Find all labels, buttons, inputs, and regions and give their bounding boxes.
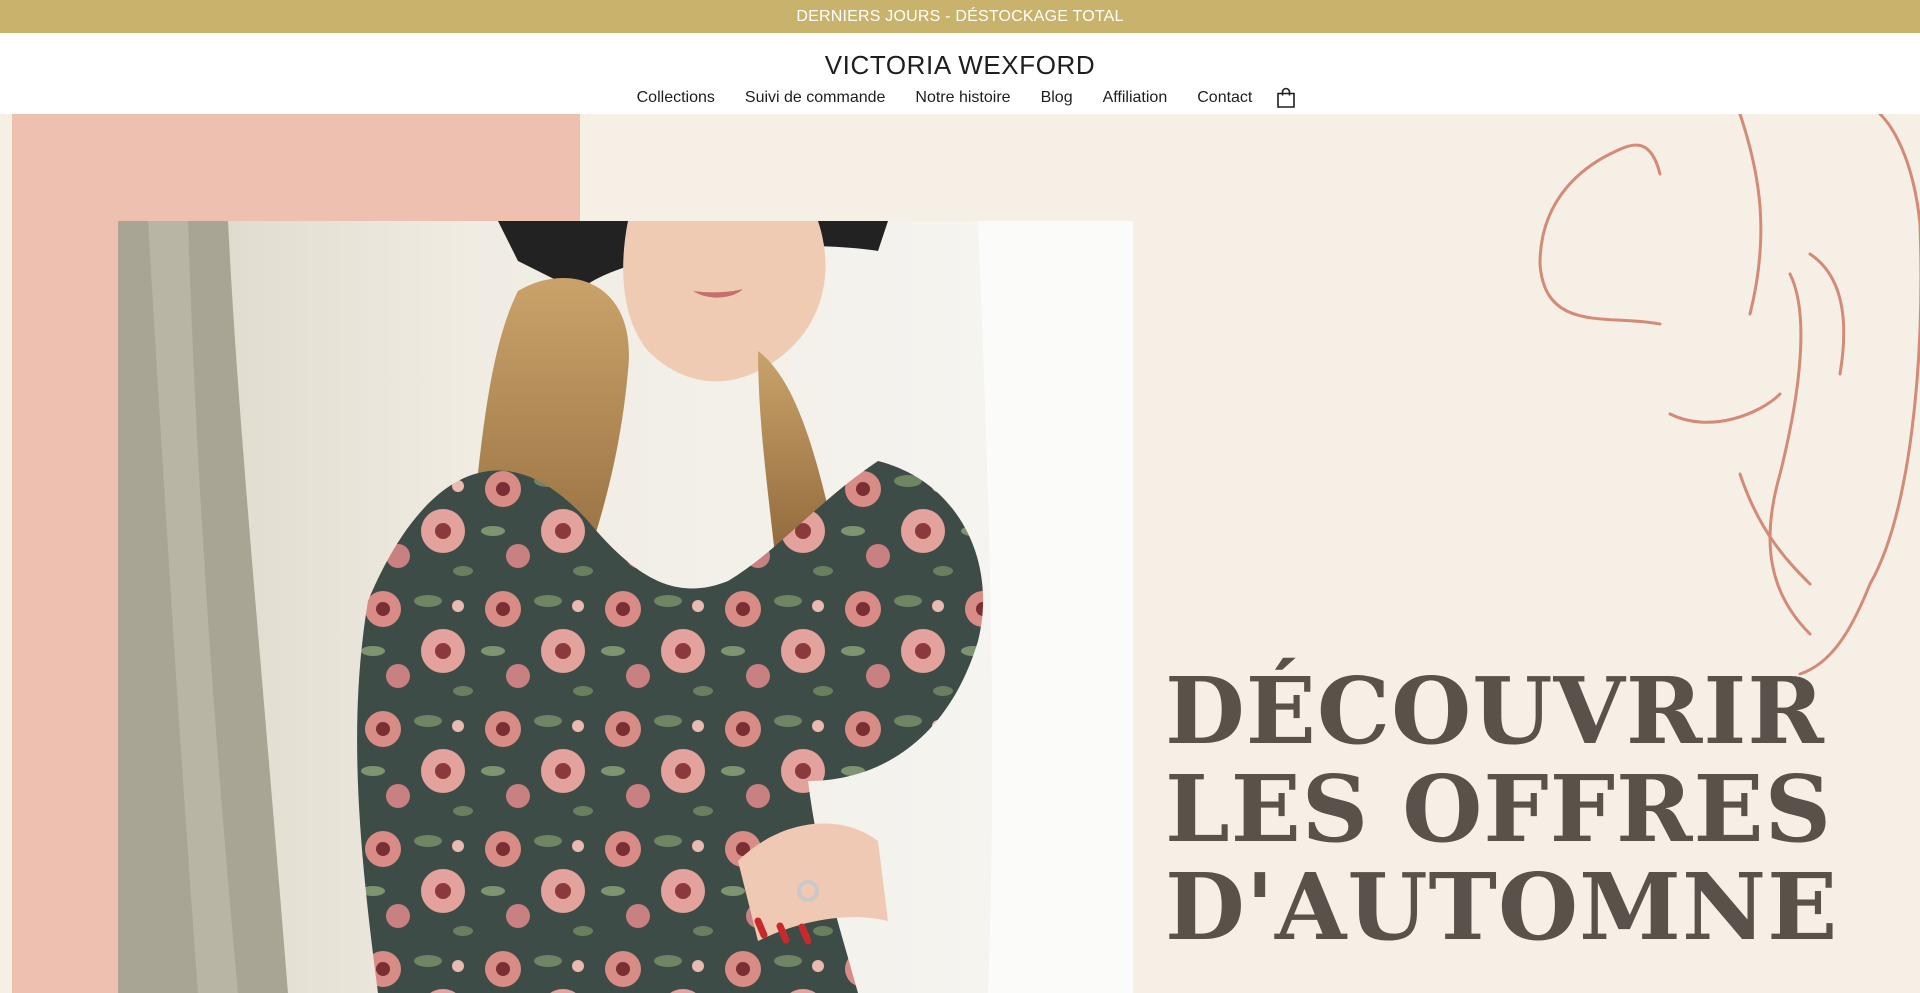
nav-item-blog[interactable]: Blog: [1041, 89, 1073, 107]
line-art-doodle: [1538, 114, 1920, 676]
site-header: VICTORIA WEXFORD Collections Suivi de co…: [0, 33, 1920, 114]
brand-logo[interactable]: VICTORIA WEXFORD: [0, 50, 1920, 81]
nav-item-order-tracking[interactable]: Suivi de commande: [745, 89, 886, 107]
left-edge-strip: [0, 114, 12, 993]
hero-photo: [118, 221, 1133, 993]
nav-item-collections[interactable]: Collections: [637, 89, 715, 107]
announcement-bar[interactable]: DERNIERS JOURS - DÉSTOCKAGE TOTAL: [0, 0, 1920, 33]
hero-banner[interactable]: DÉCOUVRIR LES OFFRES D'AUTOMNE: [0, 114, 1920, 993]
shopping-bag-icon[interactable]: [1274, 86, 1298, 110]
main-nav: Collections Suivi de commande Notre hist…: [0, 86, 1920, 110]
hero-title-line-2: LES OFFRES: [1165, 755, 1833, 863]
hero-title-line-1: DÉCOUVRIR: [1165, 657, 1825, 765]
announcement-text: DERNIERS JOURS - DÉSTOCKAGE TOTAL: [796, 7, 1124, 25]
hero-title[interactable]: DÉCOUVRIR LES OFFRES D'AUTOMNE: [1165, 662, 1838, 956]
nav-item-affiliation[interactable]: Affiliation: [1103, 89, 1168, 107]
nav-item-our-story[interactable]: Notre histoire: [915, 89, 1010, 107]
hero-title-line-3: D'AUTOMNE: [1165, 853, 1839, 961]
nav-item-contact[interactable]: Contact: [1197, 89, 1252, 107]
